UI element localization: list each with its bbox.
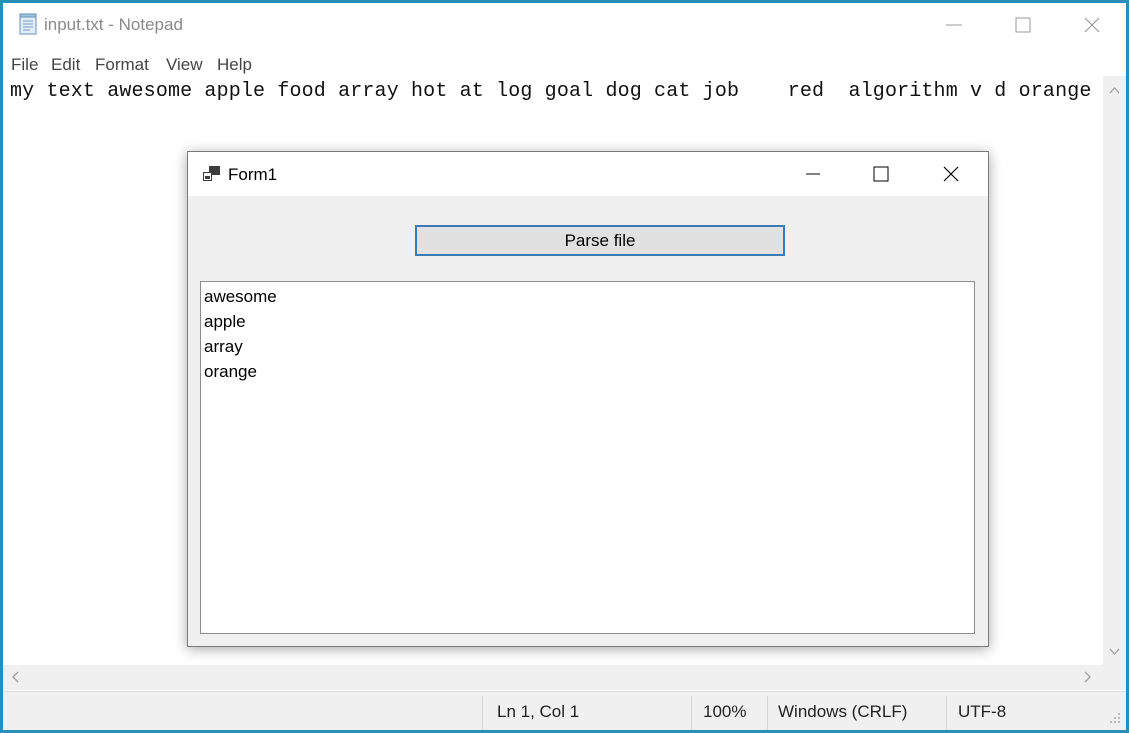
status-separator: [767, 696, 768, 730]
form-window-icon: [203, 166, 220, 181]
maximize-button[interactable]: [989, 3, 1057, 47]
status-bar: Ln 1, Col 1 100% Windows (CRLF) UTF-8: [3, 691, 1126, 730]
scrollbar-corner: [1103, 665, 1126, 690]
maximize-icon: [873, 166, 889, 182]
close-icon: [943, 166, 959, 182]
list-item[interactable]: array: [204, 334, 243, 359]
resize-grip-icon[interactable]: [1109, 712, 1121, 724]
window-title: input.txt - Notepad: [44, 15, 183, 34]
status-separator: [482, 696, 483, 730]
minimize-icon: [946, 24, 962, 26]
chevron-down-icon[interactable]: [1109, 648, 1120, 656]
chevron-right-icon[interactable]: [1084, 671, 1092, 683]
form1-maximize-button[interactable]: [849, 152, 915, 196]
notepad-icon: [18, 13, 38, 35]
form1-close-button[interactable]: [919, 152, 985, 196]
status-zoom: 100%: [703, 702, 747, 721]
minimize-icon: [806, 173, 820, 175]
form1-window: Form1 Parse file awesome apple array ora…: [187, 151, 989, 647]
close-button[interactable]: [1058, 3, 1126, 47]
status-encoding: UTF-8: [958, 702, 1007, 721]
menu-format[interactable]: Format: [95, 55, 149, 75]
status-line-ending: Windows (CRLF): [778, 702, 908, 721]
status-separator: [691, 696, 692, 730]
list-item[interactable]: awesome: [204, 284, 277, 309]
list-item[interactable]: orange: [204, 359, 257, 384]
form1-title: Form1: [228, 165, 278, 184]
maximize-icon: [1015, 17, 1031, 33]
form1-minimize-button[interactable]: [781, 152, 847, 196]
editor-content[interactable]: my text awesome apple food array hot at …: [10, 80, 1092, 104]
chevron-left-icon[interactable]: [11, 671, 19, 683]
results-listbox[interactable]: awesome apple array orange: [200, 281, 975, 634]
form1-titlebar[interactable]: Form1: [188, 152, 988, 196]
parse-file-button[interactable]: Parse file: [415, 225, 785, 256]
notepad-titlebar[interactable]: input.txt - Notepad: [3, 3, 1126, 47]
close-icon: [1084, 17, 1100, 33]
menu-edit[interactable]: Edit: [51, 55, 80, 75]
menu-bar: File Edit Format View Help: [3, 49, 1126, 75]
menu-file[interactable]: File: [11, 55, 38, 75]
menu-view[interactable]: View: [166, 55, 203, 75]
chevron-up-icon[interactable]: [1109, 86, 1120, 94]
status-separator: [946, 696, 947, 730]
status-cursor-position: Ln 1, Col 1: [497, 702, 580, 721]
menu-help[interactable]: Help: [217, 55, 252, 75]
minimize-button[interactable]: [920, 3, 988, 47]
horizontal-scrollbar[interactable]: [3, 665, 1103, 690]
list-item[interactable]: apple: [204, 309, 246, 334]
vertical-scrollbar[interactable]: [1103, 76, 1126, 665]
